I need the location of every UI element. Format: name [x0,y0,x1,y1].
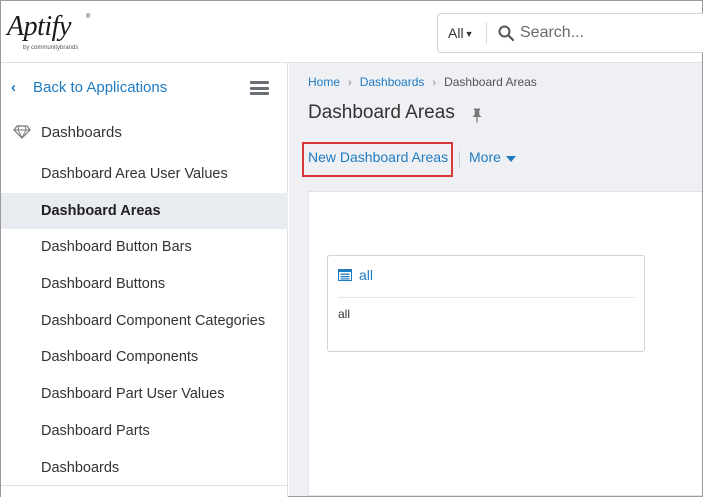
search-scope-dropdown[interactable]: All▼ [448,14,473,52]
more-menu-button[interactable]: More [469,149,501,165]
new-dashboard-areas-button[interactable]: New Dashboard Areas [308,149,448,165]
sidebar-divider [1,485,288,486]
sidebar-item-dashboard-area-user-values[interactable]: Dashboard Area User Values [1,156,288,193]
sidebar-item-dashboard-components[interactable]: Dashboard Components [1,339,288,376]
view-card-title[interactable]: all [359,267,373,283]
page-title: Dashboard Areas [308,102,455,123]
search-icon[interactable] [498,25,514,41]
back-to-applications-link[interactable]: Back to Applications [33,79,167,96]
list-view-icon [338,269,352,281]
card-divider [338,297,635,298]
chevron-left-icon: ‹ [11,79,16,96]
breadcrumb-dashboards[interactable]: Dashboards [360,75,425,89]
global-search: All▼ [437,13,703,53]
hamburger-menu-icon[interactable] [250,81,269,95]
breadcrumb-separator-icon: › [348,77,352,89]
app-header: Aptify ® by communitybrands All▼ [1,1,703,63]
back-to-applications-row[interactable]: ‹ Back to Applications [1,63,288,113]
sidebar-item-dashboard-parts[interactable]: Dashboard Parts [1,413,288,450]
search-input[interactable] [520,15,700,51]
pin-icon[interactable] [471,108,483,123]
breadcrumb-home[interactable]: Home [308,75,340,89]
sidebar-item-dashboard-button-bars[interactable]: Dashboard Button Bars [1,229,288,266]
sidebar-item-dashboard-areas[interactable]: Dashboard Areas [1,192,288,230]
main-content: Home › Dashboards › Dashboard Areas Dashboar… [289,63,702,496]
logo-trademark: ® [86,14,91,20]
sidebar: ‹ Back to Applications Dashboards Dashbo… [1,63,288,497]
sidebar-item-dashboard-component-categories[interactable]: Dashboard Component Categories [1,303,288,340]
aptify-logo[interactable]: Aptify ® by communitybrands [7,9,91,55]
diamond-icon [13,125,31,139]
sidebar-nav-list: Dashboard Area User Values Dashboard Are… [1,156,288,486]
sidebar-section-label: Dashboards [41,124,122,141]
logo-wordmark: Aptify [7,11,71,42]
sidebar-item-dashboards[interactable]: Dashboards [1,450,288,487]
sidebar-section-dashboards[interactable]: Dashboards [1,117,288,149]
caret-down-icon[interactable] [506,156,516,162]
caret-down-icon: ▼ [464,29,474,39]
breadcrumb: Home › Dashboards › Dashboard Areas [308,75,537,89]
search-divider [486,22,487,44]
action-divider [459,151,460,167]
breadcrumb-current: Dashboard Areas [444,75,537,89]
logo-tagline: by communitybrands [23,45,79,51]
view-card-description: all [338,307,351,321]
sidebar-item-dashboard-part-user-values[interactable]: Dashboard Part User Values [1,376,288,413]
view-card[interactable]: all all [327,255,645,352]
breadcrumb-separator-icon: › [432,77,437,89]
search-scope-label: All [448,25,464,41]
sidebar-item-dashboard-buttons[interactable]: Dashboard Buttons [1,266,288,303]
list-views-panel: all all [308,191,702,496]
